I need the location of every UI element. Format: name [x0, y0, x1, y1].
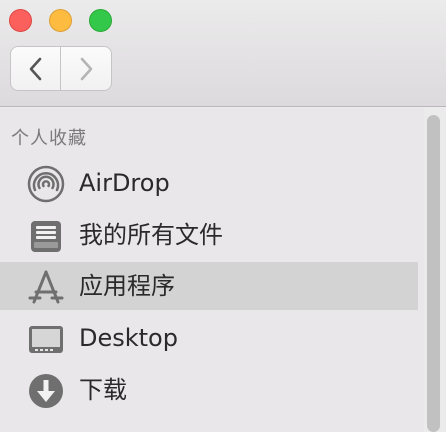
sidebar-item-downloads[interactable]: 下载 [0, 366, 418, 414]
chevron-right-icon [80, 57, 93, 80]
sidebar-item-desktop[interactable]: Desktop [0, 314, 418, 362]
sidebar-item-applications[interactable]: 应用程序 [0, 262, 418, 310]
finder-window: 个人收藏 AirDrop 我的所有文件 应用程序 Desktop 下载 [0, 0, 446, 432]
chevron-left-icon [29, 57, 41, 80]
desktop-icon [29, 326, 63, 353]
title-bar [0, 0, 446, 107]
maximize-window-button[interactable] [89, 9, 112, 32]
sidebar-item-label: 我的所有文件 [79, 221, 223, 249]
applications-icon [28, 270, 64, 304]
sidebar-item-label: 应用程序 [79, 272, 175, 300]
sidebar-item-all-files[interactable]: 我的所有文件 [0, 211, 418, 259]
sidebar-item-label: Desktop [79, 324, 178, 352]
favorites-section-title: 个人收藏 [11, 128, 87, 149]
downloads-icon [29, 374, 63, 408]
sidebar-item-airdrop[interactable]: AirDrop [0, 159, 418, 207]
back-button[interactable] [10, 46, 61, 91]
minimize-window-button[interactable] [49, 9, 72, 32]
sidebar-item-label: 下载 [79, 376, 127, 404]
back-forward-group [10, 46, 113, 91]
sidebar-scrollbar-thumb[interactable] [427, 115, 440, 432]
sidebar-item-label: AirDrop [79, 169, 170, 197]
close-window-button[interactable] [9, 9, 32, 32]
forward-button[interactable] [61, 46, 112, 91]
all-files-icon [31, 221, 61, 252]
airdrop-icon [27, 165, 65, 203]
